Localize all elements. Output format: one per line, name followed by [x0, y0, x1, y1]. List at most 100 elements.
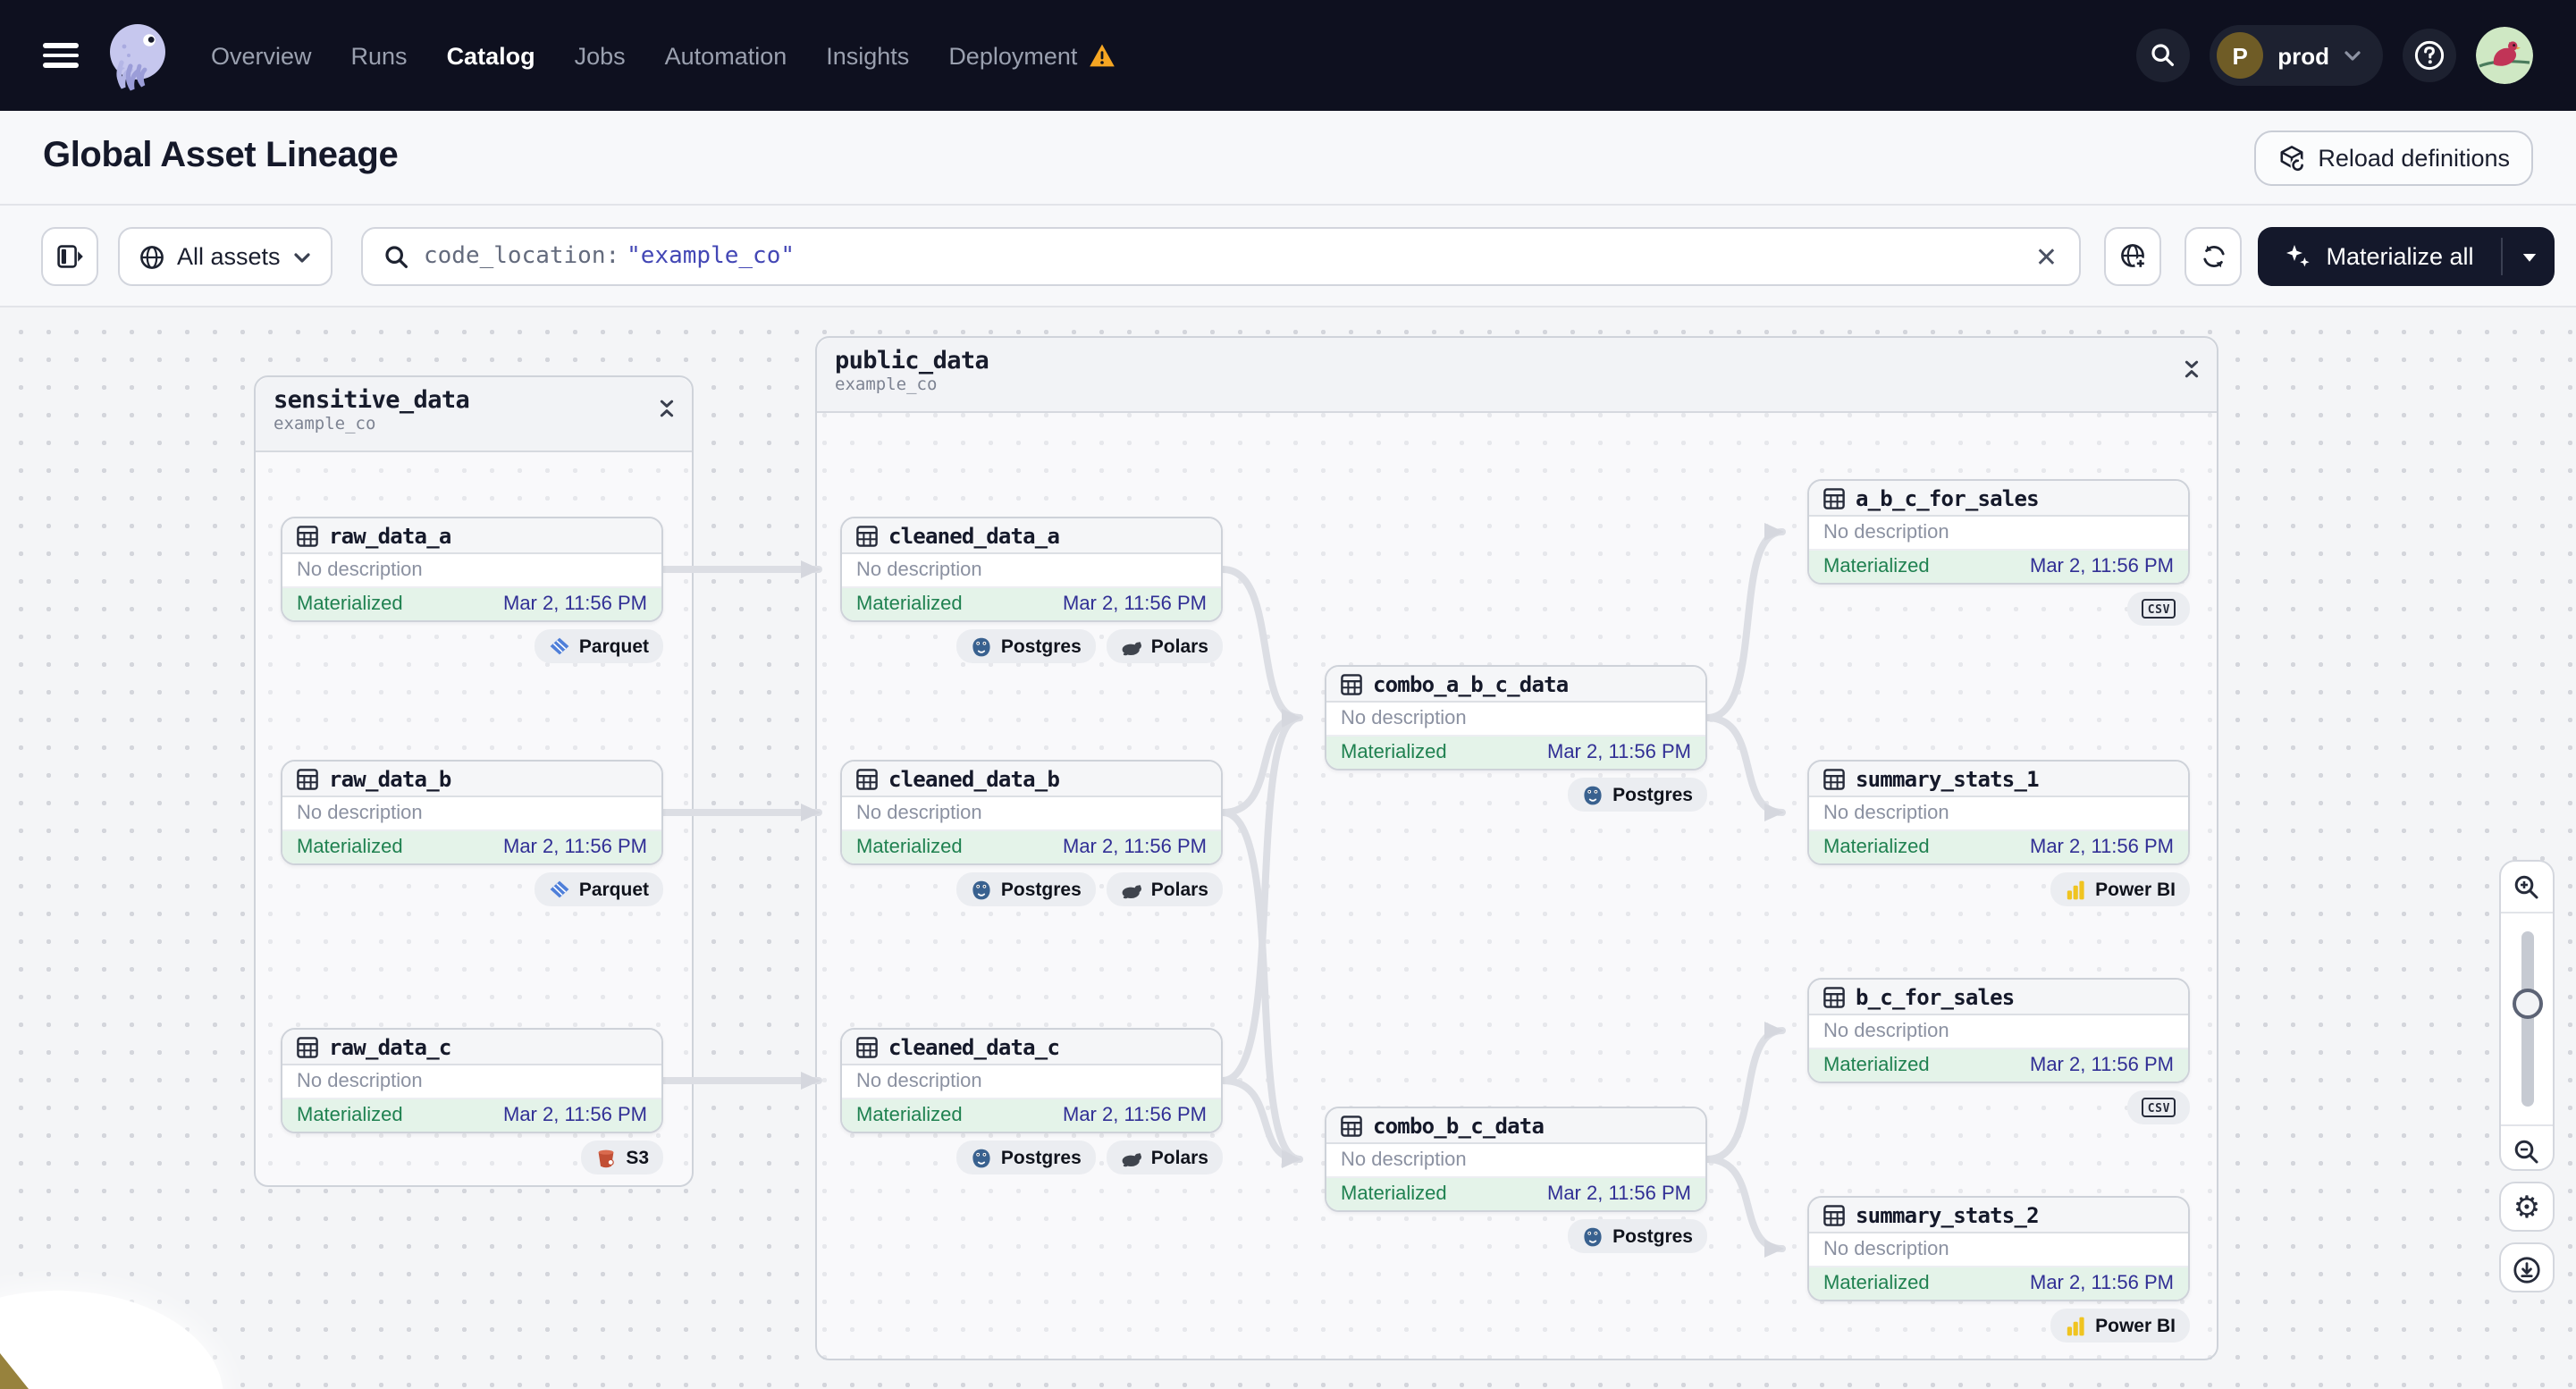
asset-node-header[interactable]: summary_stats_2 [1809, 1198, 2188, 1233]
asset-scope-dropdown[interactable]: All assets [118, 227, 333, 286]
deployment-switcher[interactable]: P prod [2210, 25, 2383, 86]
kind-badge-postgres[interactable]: Postgres [1568, 778, 1707, 812]
asset-status-row[interactable]: Materialized Mar 2, 11:56 PM [282, 1099, 661, 1132]
page-title: Global Asset Lineage [43, 136, 399, 175]
asset-search-input[interactable]: code_location: "example_co" ✕ [361, 227, 2081, 286]
user-avatar[interactable] [2476, 27, 2533, 84]
asset-node-b-c-for-sales[interactable]: b_c_for_sales No description Materialize… [1807, 978, 2190, 1083]
toggle-sidebar-button[interactable] [41, 227, 98, 286]
asset-status-row[interactable]: Materialized Mar 2, 11:56 PM [842, 1099, 1221, 1132]
asset-badges: Postgres Polars [840, 1141, 1223, 1174]
graph-settings-panel: ⚙ [2499, 1182, 2555, 1232]
asset-name: summary_stats_1 [1856, 766, 2040, 791]
asset-node-header[interactable]: raw_data_a [282, 518, 661, 554]
clear-search-icon[interactable]: ✕ [2035, 240, 2058, 273]
nav-item-jobs[interactable]: Jobs [575, 42, 626, 69]
nav-item-runs[interactable]: Runs [351, 42, 408, 69]
asset-status-row[interactable]: Materialized Mar 2, 11:56 PM [1809, 831, 2188, 863]
asset-status-row[interactable]: Materialized Mar 2, 11:56 PM [1326, 1178, 1705, 1210]
postgres-icon [1583, 1225, 1603, 1247]
asset-status-row[interactable]: Materialized Mar 2, 11:56 PM [842, 588, 1221, 620]
asset-node-header[interactable]: combo_a_b_c_data [1326, 667, 1705, 703]
kind-badge-postgres[interactable]: Postgres [1568, 1219, 1707, 1253]
materialization-timestamp: Mar 2, 11:56 PM [1547, 742, 1691, 763]
asset-node-header[interactable]: raw_data_c [282, 1030, 661, 1065]
edge-cleaned-a-combo-abc [1219, 566, 1303, 727]
kind-badge-csv[interactable]: CSV [2127, 592, 2190, 626]
lineage-canvas[interactable]: sensitive_data example_co public_data ex… [0, 307, 2576, 1389]
nav-item-catalog[interactable]: Catalog [447, 42, 535, 69]
asset-node-header[interactable]: b_c_for_sales [1809, 980, 2188, 1015]
page-header: Global Asset Lineage Reload definitions [0, 111, 2576, 206]
global-search-button[interactable] [2136, 29, 2191, 82]
zoom-slider-handle[interactable] [2512, 989, 2542, 1019]
dagster-logo[interactable] [100, 18, 175, 93]
download-image-button[interactable] [2501, 1244, 2553, 1294]
asset-badges: Power BI [1807, 1309, 2190, 1343]
dagster-global-asset-lineage: Overview Runs Catalog Jobs Automation In… [0, 0, 2576, 1389]
kind-badge-polars[interactable]: Polars [1106, 629, 1223, 663]
zoom-slider[interactable] [2501, 913, 2553, 1124]
asset-node-cleaned-data-b[interactable]: cleaned_data_b No description Materializ… [840, 760, 1223, 865]
materialization-timestamp: Mar 2, 11:56 PM [503, 837, 647, 858]
reload-definitions-button[interactable]: Reload definitions [2253, 130, 2533, 186]
kind-badge-powerbi[interactable]: Power BI [2050, 872, 2190, 906]
asset-node-raw-data-c[interactable]: raw_data_c No description Materialized M… [281, 1028, 663, 1133]
kind-badge-parquet[interactable]: Parquet [534, 629, 663, 663]
asset-status-row[interactable]: Materialized Mar 2, 11:56 PM [842, 831, 1221, 863]
kind-badge-polars[interactable]: Polars [1106, 872, 1223, 906]
asset-status-row[interactable]: Materialized Mar 2, 11:56 PM [1809, 1267, 2188, 1300]
asset-description: No description [842, 1065, 1221, 1099]
asset-node-summary-stats-2[interactable]: summary_stats_2 No description Materiali… [1807, 1196, 2190, 1301]
help-button[interactable] [2403, 29, 2456, 82]
asset-node-header[interactable]: cleaned_data_c [842, 1030, 1221, 1065]
asset-node-header[interactable]: cleaned_data_b [842, 762, 1221, 797]
graph-settings-button[interactable]: ⚙ [2501, 1183, 2553, 1233]
asset-node-cleaned-data-c[interactable]: cleaned_data_c No description Materializ… [840, 1028, 1223, 1133]
kind-badge-postgres[interactable]: Postgres [955, 1141, 1096, 1174]
zoom-out-button[interactable] [2501, 1126, 2553, 1176]
asset-node-raw-data-a[interactable]: raw_data_a No description Materialized M… [281, 517, 663, 622]
hamburger-menu-icon[interactable] [43, 43, 79, 68]
asset-status-row[interactable]: Materialized Mar 2, 11:56 PM [282, 831, 661, 863]
asset-node-a-b-c-for-sales[interactable]: a_b_c_for_sales No description Materiali… [1807, 479, 2190, 585]
materialize-options-caret[interactable] [2503, 227, 2555, 286]
asset-badges: Postgres [1325, 1219, 1707, 1253]
asset-node-header[interactable]: a_b_c_for_sales [1809, 481, 2188, 517]
zoom-in-button[interactable] [2501, 862, 2553, 912]
kind-badge-s3[interactable]: S3 [581, 1141, 663, 1174]
nav-item-overview[interactable]: Overview [211, 42, 312, 69]
table-icon [856, 768, 878, 789]
kind-badge-parquet[interactable]: Parquet [534, 872, 663, 906]
chevron-down-icon [2344, 51, 2361, 61]
asset-node-header[interactable]: raw_data_b [282, 762, 661, 797]
kind-badge-powerbi[interactable]: Power BI [2050, 1309, 2190, 1343]
asset-node-cleaned-data-a[interactable]: cleaned_data_a No description Materializ… [840, 517, 1223, 622]
kind-badge-postgres[interactable]: Postgres [955, 872, 1096, 906]
asset-status-row[interactable]: Materialized Mar 2, 11:56 PM [1809, 551, 2188, 583]
asset-node-combo-a-b-c-data[interactable]: combo_a_b_c_data No description Material… [1325, 665, 1707, 770]
kind-badge-postgres[interactable]: Postgres [955, 629, 1096, 663]
chevron-down-icon [293, 252, 310, 262]
asset-node-header[interactable]: cleaned_data_a [842, 518, 1221, 554]
materialization-timestamp: Mar 2, 11:56 PM [2030, 1055, 2174, 1076]
asset-badges: Parquet [281, 629, 663, 663]
materialize-all-button[interactable]: Materialize all [2258, 227, 2501, 286]
kind-badge-csv[interactable]: CSV [2127, 1090, 2190, 1124]
asset-node-combo-b-c-data[interactable]: combo_b_c_data No description Materializ… [1325, 1107, 1707, 1212]
postgres-icon [972, 1147, 991, 1168]
kind-badge-polars[interactable]: Polars [1106, 1141, 1223, 1174]
asset-node-summary-stats-1[interactable]: summary_stats_1 No description Materiali… [1807, 760, 2190, 865]
asset-node-raw-data-b[interactable]: raw_data_b No description Materialized M… [281, 760, 663, 865]
refresh-graph-button[interactable] [2185, 227, 2242, 286]
asset-status-row[interactable]: Materialized Mar 2, 11:56 PM [1809, 1049, 2188, 1082]
asset-status-row[interactable]: Materialized Mar 2, 11:56 PM [1326, 737, 1705, 769]
nav-item-deployment[interactable]: Deployment [948, 42, 1115, 69]
asset-node-header[interactable]: combo_b_c_data [1326, 1108, 1705, 1144]
add-scope-button[interactable] [2104, 227, 2161, 286]
asset-node-header[interactable]: summary_stats_1 [1809, 762, 2188, 797]
asset-status-row[interactable]: Materialized Mar 2, 11:56 PM [282, 588, 661, 620]
nav-item-automation[interactable]: Automation [665, 42, 787, 69]
zoom-slider-track[interactable] [2521, 931, 2533, 1107]
nav-item-insights[interactable]: Insights [826, 42, 909, 69]
